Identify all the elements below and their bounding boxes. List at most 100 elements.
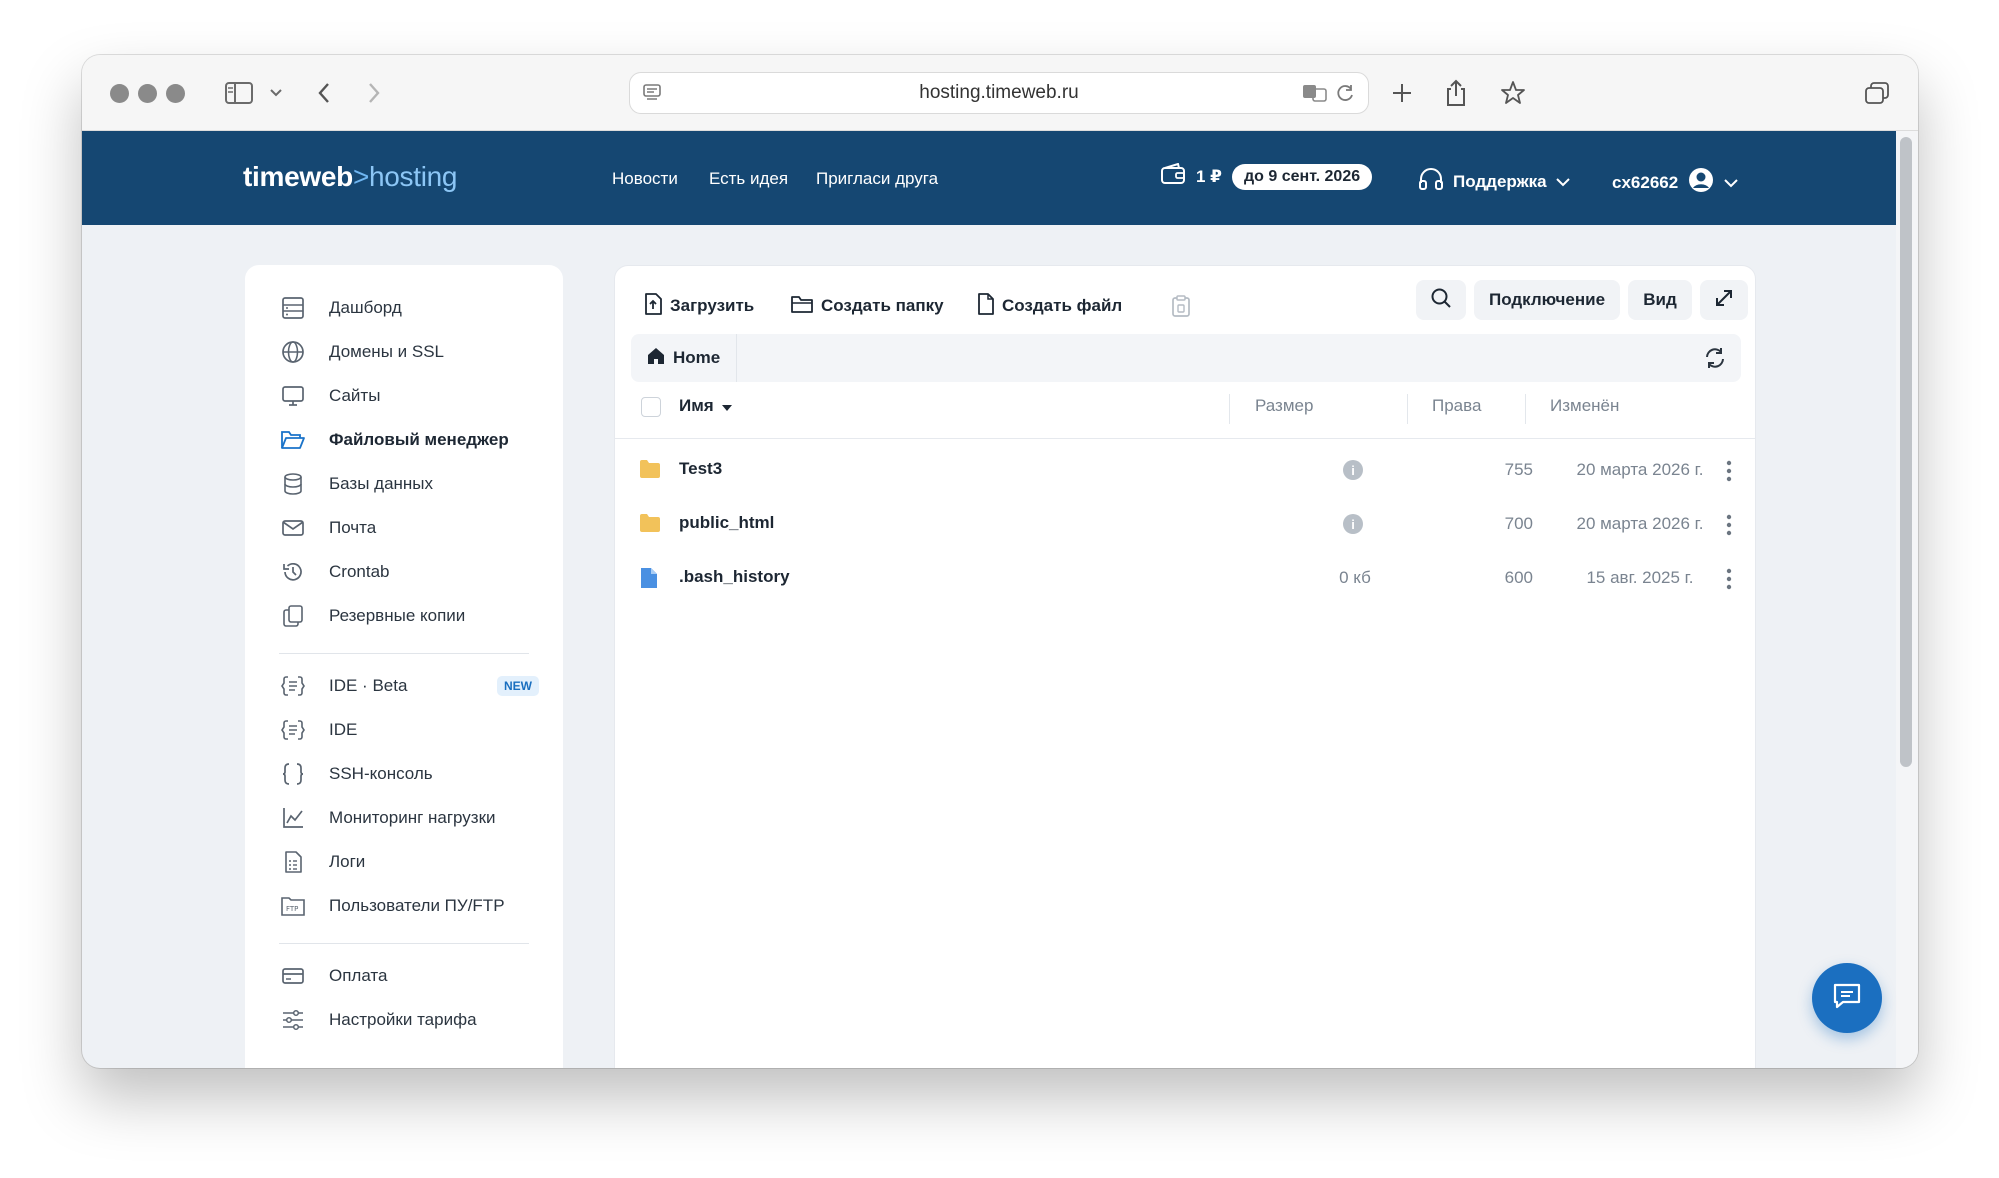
minimize-window-button[interactable] [138, 84, 157, 103]
breadcrumb: Home [631, 334, 1741, 382]
sidebar-item-ide[interactable]: IDE [279, 713, 539, 747]
file-modified: 20 марта 2026 г. [1576, 514, 1704, 533]
balance-widget[interactable]: 1 ₽ до 9 сент. 2026 [1160, 162, 1373, 190]
sidebar-toggle-icon[interactable] [222, 75, 256, 111]
back-arrow-icon[interactable] [312, 75, 336, 111]
create-folder-button[interactable]: Создать папку [790, 288, 944, 324]
sidebar-item-label: Сайты [329, 386, 381, 405]
search-button[interactable] [1416, 280, 1466, 320]
column-separator [1229, 394, 1230, 424]
tab-overview-icon[interactable] [1862, 75, 1892, 111]
file-name[interactable]: public_html [679, 513, 774, 533]
sidebar-item-dashboard[interactable]: Дашборд [279, 291, 539, 325]
page-settings-icon[interactable] [642, 83, 662, 109]
forward-arrow-icon[interactable] [362, 75, 386, 111]
folder-icon [639, 512, 661, 536]
sidebar-item-label: Файловый менеджер [329, 430, 509, 449]
fullscreen-button[interactable] [1700, 280, 1748, 320]
mail-icon [279, 514, 307, 542]
table-row[interactable]: public_html i 700 20 марта 2026 г. [615, 499, 1755, 551]
balance-amount: 1 ₽ [1196, 166, 1223, 186]
column-separator [1407, 394, 1408, 424]
copies-icon [279, 602, 307, 630]
clipboard-icon[interactable] [1171, 288, 1191, 324]
file-icon [977, 292, 995, 321]
column-size-header[interactable]: Размер [1255, 396, 1313, 416]
more-options-icon[interactable] [1725, 567, 1733, 591]
column-name-header[interactable]: Имя [679, 396, 732, 416]
logo-main-text: timeweb [243, 161, 353, 192]
breadcrumb-home[interactable]: Home [631, 334, 738, 382]
refresh-icon[interactable] [1703, 346, 1727, 370]
sidebar-item-tariff-settings[interactable]: Настройки тарифа [279, 1003, 539, 1037]
sidebar-item-monitoring[interactable]: Мониторинг нагрузки [279, 801, 539, 835]
sidebar-item-label: Crontab [329, 562, 390, 581]
chart-icon [279, 804, 307, 832]
table-row[interactable]: Test3 i 755 20 марта 2026 г. [615, 445, 1755, 497]
reload-icon[interactable] [1336, 83, 1356, 109]
sidebar-item-file-manager[interactable]: Файловый менеджер [279, 423, 539, 457]
nav-invite-link[interactable]: Пригласи друга [816, 169, 938, 189]
sidebar-item-payment[interactable]: Оплата [279, 959, 539, 993]
sort-caret-icon [721, 396, 732, 416]
column-perms-header[interactable]: Права [1432, 396, 1481, 416]
monitor-icon [279, 382, 307, 410]
sidebar-item-label: Оплата [329, 966, 388, 985]
address-bar[interactable]: hosting.timeweb.ru [629, 72, 1369, 114]
more-options-icon[interactable] [1725, 513, 1733, 537]
sidebar-item-mail[interactable]: Почта [279, 511, 539, 545]
info-icon[interactable]: i [1343, 514, 1363, 534]
upload-button[interactable]: Загрузить [643, 288, 754, 324]
account-menu[interactable]: cx62662 [1612, 167, 1738, 198]
sidebar-item-ssh-console[interactable]: SSH-консоль [279, 757, 539, 791]
view-button[interactable]: Вид [1628, 280, 1692, 320]
sidebar-item-domains[interactable]: Домены и SSL [279, 335, 539, 369]
select-all-checkbox[interactable] [641, 397, 661, 417]
sidebar-item-ftp-users[interactable]: FTP Пользователи ПУ/FTP [279, 889, 539, 923]
create-file-button[interactable]: Создать файл [977, 288, 1122, 324]
chat-button[interactable] [1812, 963, 1882, 1033]
sidebar-item-databases[interactable]: Базы данных [279, 467, 539, 501]
braces-icon [279, 760, 307, 788]
file-name[interactable]: Test3 [679, 459, 722, 479]
chevron-down-icon [1724, 173, 1738, 193]
nav-idea-link[interactable]: Есть идея [709, 169, 788, 189]
file-size: 0 кб [1339, 568, 1371, 587]
close-window-button[interactable] [110, 84, 129, 103]
sidebar: Дашборд Домены и SSL Сайты Файловый мене… [245, 265, 563, 1068]
share-icon[interactable] [1442, 75, 1470, 111]
wallet-icon [1160, 162, 1186, 190]
bookmark-star-icon[interactable] [1498, 75, 1528, 111]
sidebar-item-backups[interactable]: Резервные копии [279, 599, 539, 633]
sidebar-item-label: Настройки тарифа [329, 1010, 477, 1029]
page-scrollbar[interactable] [1900, 137, 1912, 767]
sidebar-item-sites[interactable]: Сайты [279, 379, 539, 413]
account-login: cx62662 [1612, 172, 1679, 192]
file-perms: 700 [1504, 514, 1533, 533]
table-row[interactable]: .bash_history 0 кб 600 15 авг. 2025 г. [615, 553, 1755, 605]
new-tab-icon[interactable] [1388, 75, 1416, 111]
card-icon [279, 962, 307, 990]
new-badge: NEW [497, 676, 539, 696]
chevron-down-icon[interactable] [268, 75, 284, 111]
column-modified-header[interactable]: Изменён [1550, 396, 1619, 416]
sidebar-item-label: Логи [329, 852, 366, 871]
url-text: hosting.timeweb.ru [919, 82, 1079, 103]
sidebar-item-label: Почта [329, 518, 377, 537]
ide-icon [279, 716, 307, 744]
support-menu[interactable]: Поддержка [1418, 167, 1570, 196]
folder-icon [790, 294, 814, 319]
chat-icon [1832, 982, 1862, 1015]
more-options-icon[interactable] [1725, 459, 1733, 483]
sidebar-item-crontab[interactable]: Crontab [279, 555, 539, 589]
zoom-window-button[interactable] [166, 84, 185, 103]
sidebar-item-ide-beta[interactable]: IDE · Beta NEW [279, 669, 539, 703]
translate-icon[interactable] [1302, 83, 1328, 109]
nav-news-link[interactable]: Новости [612, 169, 678, 189]
sidebar-item-logs[interactable]: Логи [279, 845, 539, 879]
folder-icon [639, 458, 661, 482]
info-icon[interactable]: i [1343, 460, 1363, 480]
file-name[interactable]: .bash_history [679, 567, 790, 587]
timeweb-logo[interactable]: timeweb>hosting [243, 161, 458, 193]
connect-button[interactable]: Подключение [1474, 280, 1620, 320]
